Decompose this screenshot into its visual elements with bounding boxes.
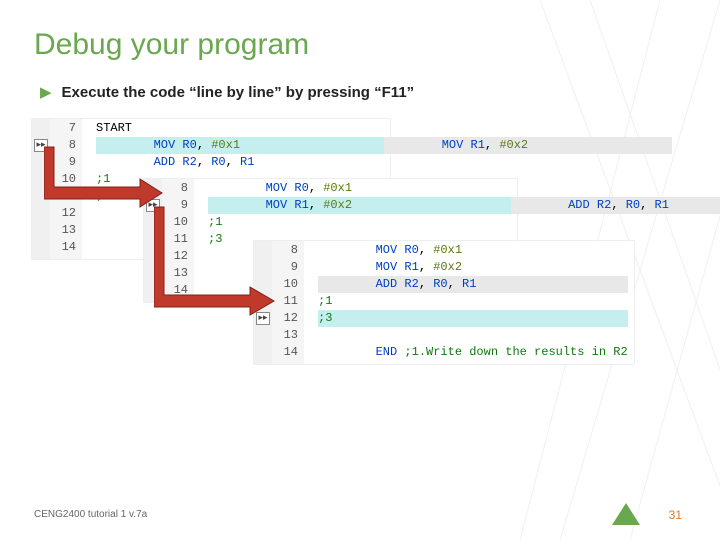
line-number: 12 <box>278 310 298 327</box>
page-number: 31 <box>669 508 682 522</box>
code-lines: MOV R0, #0x1 MOV R1, #0x2 ADD R2, R0, R1… <box>304 241 634 364</box>
line-number: 8 <box>168 180 188 197</box>
step-arrow-2 <box>154 203 276 323</box>
code-line: MOV R1, #0x2 <box>318 259 628 276</box>
line-number: 10 <box>278 276 298 293</box>
line-number: 8 <box>278 242 298 259</box>
code-line: ;3 <box>318 310 628 327</box>
code-line: ADD R2, R0, R1 <box>511 197 720 214</box>
line-number: 9 <box>278 259 298 276</box>
code-line: START <box>96 120 384 137</box>
slide: Debug your program ▶ Execute the code “l… <box>0 0 720 540</box>
code-line: MOV R0, #0x1 <box>208 180 511 197</box>
code-window-3: ▸▸ 891011121314 MOV R0, #0x1 MOV R1, #0x… <box>254 241 634 364</box>
line-number: 7 <box>56 120 76 137</box>
page-title: Debug your program <box>34 28 686 62</box>
bullet-text: Execute the code “line by line” by press… <box>62 84 415 101</box>
code-line <box>318 327 628 344</box>
bullet-arrow-icon: ▶ <box>40 85 52 100</box>
step-arrow-1 <box>44 143 164 215</box>
code-line: MOV R0, #0x1 <box>318 242 628 259</box>
bullet-item: ▶ Execute the code “line by line” by pre… <box>40 84 686 101</box>
code-screenshots: ▸▸ 7891011121314 START MOV R0, #0x1 MOV … <box>24 119 686 419</box>
footer-left: CENG2400 tutorial 1 v.7a <box>34 509 147 520</box>
line-number-gutter: 891011121314 <box>272 241 304 364</box>
line-number: 13 <box>56 222 76 239</box>
line-number: 13 <box>278 327 298 344</box>
code-line: END ;1.Write down the results in R2 <box>318 344 628 361</box>
code-line: ;1 <box>318 293 628 310</box>
line-number: 14 <box>278 344 298 361</box>
line-number: 11 <box>278 293 298 310</box>
line-number: 14 <box>56 239 76 256</box>
code-line: MOV R1, #0x2 <box>384 137 672 154</box>
code-line: ADD R2, R0, R1 <box>318 276 628 293</box>
